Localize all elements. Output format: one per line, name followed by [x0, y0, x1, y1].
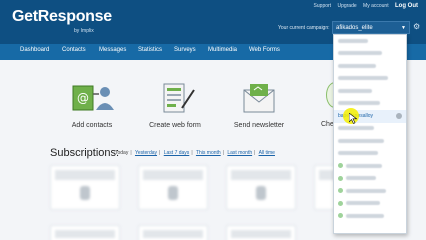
dropdown-option[interactable] [334, 185, 406, 198]
nav-statistics[interactable]: Statistics [138, 47, 162, 53]
upgrade-link[interactable]: Upgrade [337, 3, 356, 9]
newsletter-icon [243, 84, 275, 113]
campaign-label: Your current campaign: [278, 25, 330, 31]
filter-all-time[interactable]: All time [259, 150, 275, 156]
nav-surveys[interactable]: Surveys [174, 47, 196, 53]
add-contacts-action[interactable]: @ Add contacts [52, 82, 132, 129]
subscription-card [226, 165, 296, 210]
campaign-value: afikados_elite [336, 25, 373, 31]
add-contact-icon: @ [72, 85, 114, 111]
dropdown-option[interactable] [334, 60, 406, 73]
subscription-card [138, 225, 208, 240]
campaign-select[interactable]: afikados_elite ▼ [332, 21, 410, 34]
dropdown-option[interactable] [334, 85, 406, 98]
mouse-pointer-icon [349, 113, 357, 124]
dropdown-option[interactable] [334, 198, 406, 211]
subscription-card [50, 165, 120, 210]
subscription-card [138, 165, 208, 210]
subscriptions-title: Subscriptions: [50, 147, 120, 159]
add-contacts-label: Add contacts [71, 122, 113, 129]
getresponse-logo[interactable]: GetResponse [12, 8, 112, 26]
my-account-link[interactable]: My account [363, 3, 389, 9]
logo-text: GetResponse [12, 8, 112, 25]
nav-contacts[interactable]: Contacts [62, 47, 86, 53]
nav-web-forms[interactable]: Web Forms [249, 47, 280, 53]
campaign-dropdown[interactable]: bapedenesalloy [333, 34, 407, 234]
dropdown-option[interactable] [334, 123, 406, 136]
filter-last-month[interactable]: Last month [227, 150, 252, 156]
dropdown-option[interactable] [334, 48, 406, 61]
dropdown-option[interactable] [334, 35, 406, 48]
filter-last-7-days[interactable]: Last 7 days [164, 150, 190, 156]
clear-icon[interactable] [396, 113, 402, 119]
subscriptions-filters: Today | Yesterday | Last 7 days | This mont… [115, 150, 275, 156]
create-web-form-label: Create web form [149, 122, 201, 129]
dropdown-option[interactable] [334, 135, 406, 148]
dropdown-option[interactable] [334, 160, 406, 173]
dropdown-option[interactable] [334, 98, 406, 111]
nav-dashboard[interactable]: Dashboard [20, 47, 49, 53]
send-newsletter-label: Send newsletter [233, 122, 285, 129]
chevron-down-icon: ▼ [401, 25, 406, 31]
create-web-form-action[interactable]: Create web form [135, 82, 215, 129]
filter-today[interactable]: Today [115, 150, 128, 156]
subscription-card [226, 225, 296, 240]
gear-icon[interactable]: ⚙ [413, 22, 420, 31]
web-form-icon [163, 83, 195, 113]
nav-multimedia[interactable]: Multimedia [208, 47, 237, 53]
filter-yesterday[interactable]: Yesterday [135, 150, 157, 156]
dropdown-option[interactable] [334, 148, 406, 161]
support-link[interactable]: Support [314, 3, 332, 9]
dropdown-option[interactable] [334, 73, 406, 86]
dropdown-option[interactable] [334, 173, 406, 186]
top-links: Support Upgrade My account Log Out [309, 3, 418, 9]
logout-link[interactable]: Log Out [395, 3, 418, 9]
dropdown-option[interactable] [334, 210, 406, 223]
subscription-card [50, 225, 120, 240]
nav-messages[interactable]: Messages [99, 47, 126, 53]
filter-this-month[interactable]: This month [196, 150, 221, 156]
logo-subtitle: by Implix [74, 28, 94, 34]
svg-text:@: @ [77, 91, 89, 105]
send-newsletter-action[interactable]: Send newsletter [219, 82, 299, 129]
